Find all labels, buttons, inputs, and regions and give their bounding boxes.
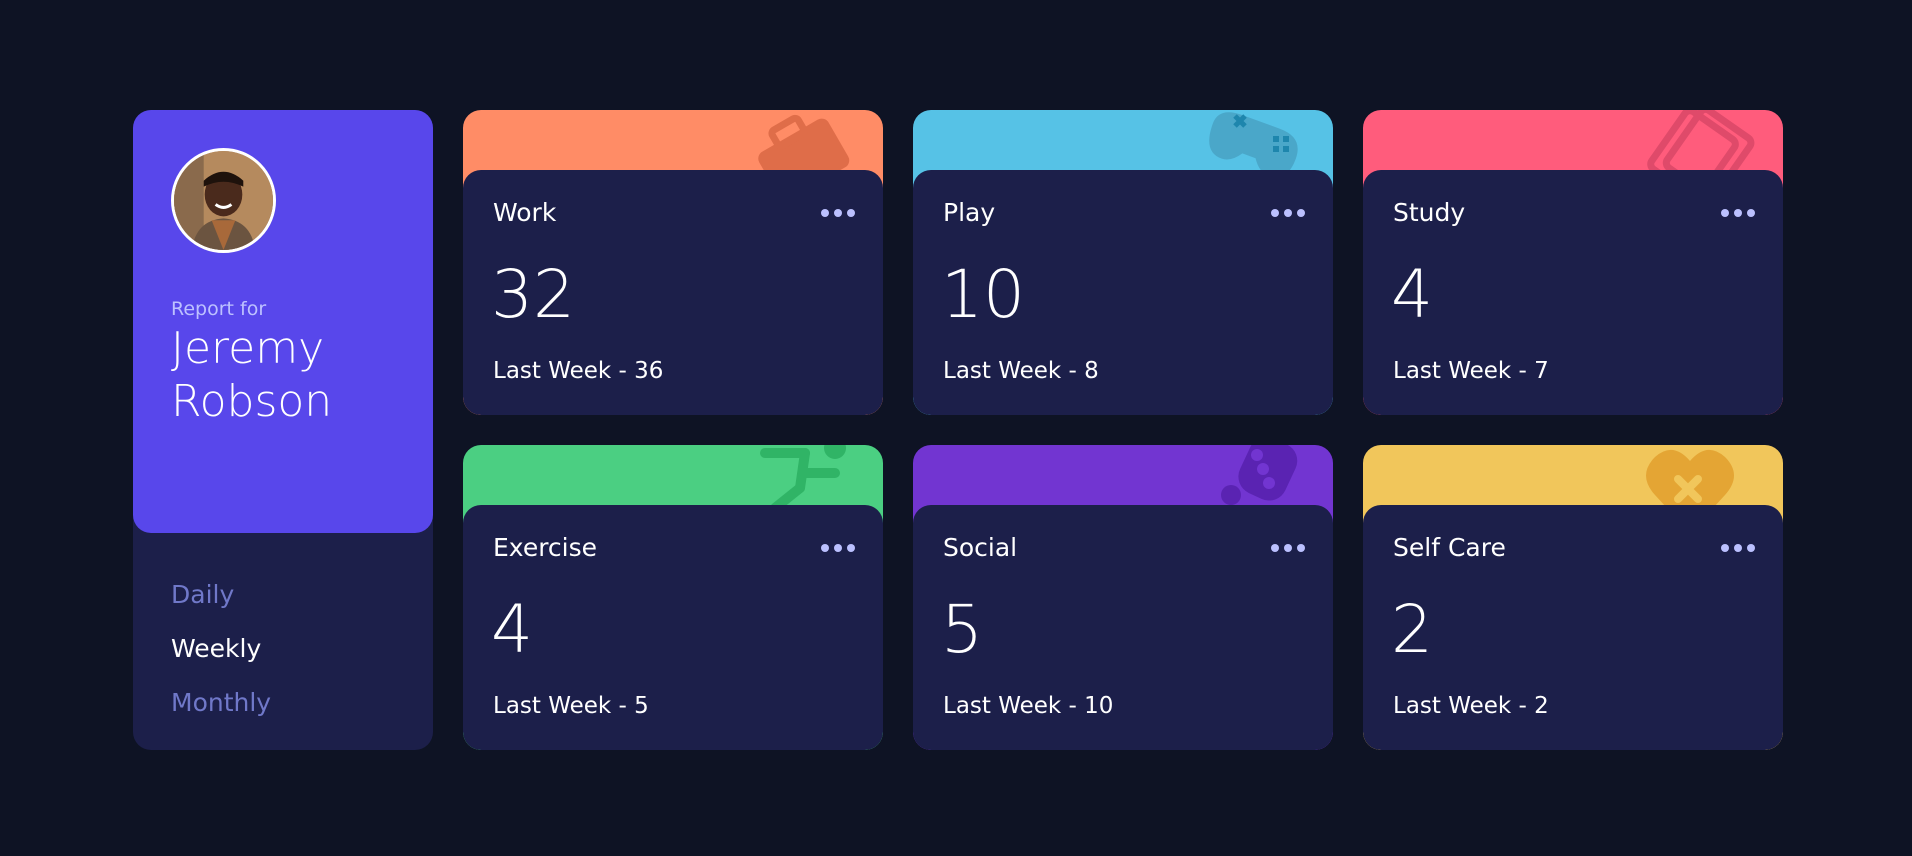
activity-card-body: Play 10 Last Week - 8 xyxy=(913,170,1333,415)
avatar xyxy=(171,148,276,253)
activity-title: Exercise xyxy=(493,533,598,562)
activity-card-exercise: Exercise 4 Last Week - 5 xyxy=(463,445,883,750)
activity-card-body: Study 4 Last Week - 7 xyxy=(1363,170,1783,415)
activity-card-body: Work 32 Last Week - 36 xyxy=(463,170,883,415)
activity-card-social: Social 5 Last Week - 10 xyxy=(913,445,1333,750)
activity-card-body: Social 5 Last Week - 10 xyxy=(913,505,1333,750)
activity-card-self-care: Self Care 2 Last Week - 2 xyxy=(1363,445,1783,750)
period-weekly[interactable]: Weekly xyxy=(171,622,271,676)
report-for-label: Report for xyxy=(171,298,267,320)
profile-card: Report for Jeremy Robson Daily Weekly Mo… xyxy=(133,110,433,750)
activity-previous-hours: Last Week - 10 xyxy=(943,693,1114,719)
activity-card-study: Study 4 Last Week - 7 xyxy=(1363,110,1783,415)
activity-previous-hours: Last Week - 5 xyxy=(493,693,649,719)
activity-previous-hours: Last Week - 8 xyxy=(943,358,1099,384)
options-menu-icon[interactable] xyxy=(1721,206,1755,220)
period-selector: Daily Weekly Monthly xyxy=(171,568,271,730)
activity-card-work: Work 32 Last Week - 36 xyxy=(463,110,883,415)
options-menu-icon[interactable] xyxy=(821,206,855,220)
activity-card-play: Play 10 Last Week - 8 xyxy=(913,110,1333,415)
activity-current-hours: 10 xyxy=(941,256,1025,333)
activity-title: Study xyxy=(1393,198,1466,227)
options-menu-icon[interactable] xyxy=(1271,206,1305,220)
profile-header: Report for Jeremy Robson xyxy=(133,110,433,533)
activity-title: Work xyxy=(493,198,557,227)
activity-current-hours: 5 xyxy=(941,591,983,668)
activity-title: Play xyxy=(943,198,996,227)
period-monthly[interactable]: Monthly xyxy=(171,676,271,730)
activity-current-hours: 2 xyxy=(1391,591,1433,668)
activity-current-hours: 4 xyxy=(1391,256,1433,333)
activity-card-body: Self Care 2 Last Week - 2 xyxy=(1363,505,1783,750)
options-menu-icon[interactable] xyxy=(821,541,855,555)
options-menu-icon[interactable] xyxy=(1721,541,1755,555)
activity-current-hours: 4 xyxy=(491,591,533,668)
time-tracking-dashboard: Report for Jeremy Robson Daily Weekly Mo… xyxy=(0,0,1912,856)
activity-previous-hours: Last Week - 36 xyxy=(493,358,664,384)
options-menu-icon[interactable] xyxy=(1271,541,1305,555)
activity-card-body: Exercise 4 Last Week - 5 xyxy=(463,505,883,750)
activity-title: Social xyxy=(943,533,1018,562)
activity-previous-hours: Last Week - 7 xyxy=(1393,358,1549,384)
user-name: Jeremy Robson xyxy=(171,323,333,427)
activity-title: Self Care xyxy=(1393,533,1506,562)
activity-current-hours: 32 xyxy=(491,256,575,333)
period-daily[interactable]: Daily xyxy=(171,568,271,622)
activity-previous-hours: Last Week - 2 xyxy=(1393,693,1549,719)
